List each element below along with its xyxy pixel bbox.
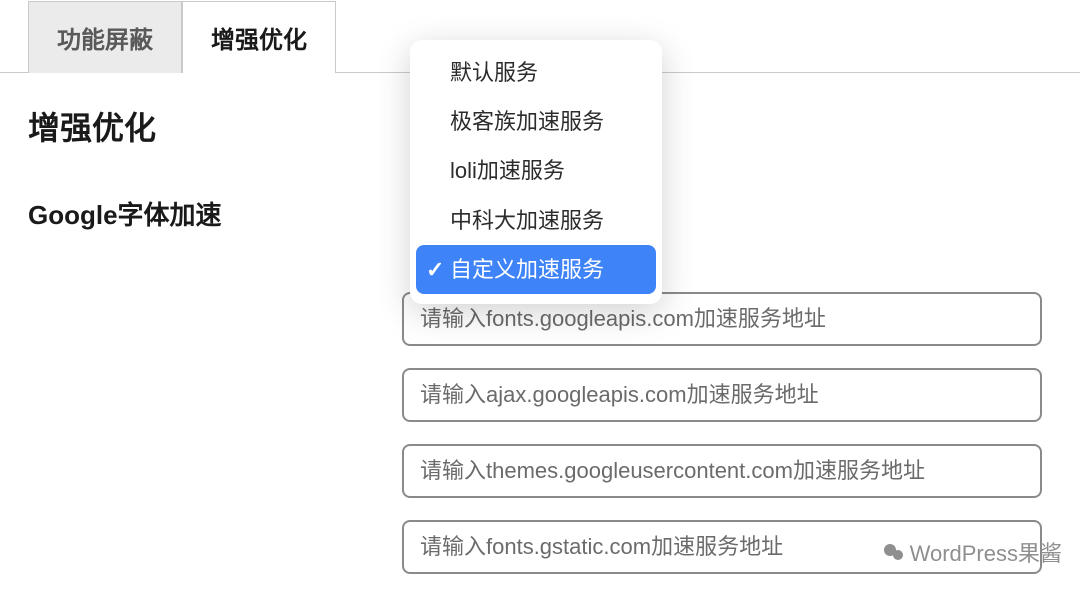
custom-service-fields bbox=[0, 292, 1080, 596]
themes-googleusercontent-input[interactable] bbox=[402, 444, 1042, 498]
dropdown-item-label: loli加速服务 bbox=[450, 153, 565, 188]
dropdown-item-geekzu[interactable]: ✓ 极客族加速服务 bbox=[416, 97, 656, 146]
dropdown-item-default[interactable]: ✓ 默认服务 bbox=[416, 48, 656, 97]
dropdown-item-label: 极客族加速服务 bbox=[450, 104, 604, 139]
check-icon: ✓ bbox=[426, 252, 450, 287]
dropdown-item-ustc[interactable]: ✓ 中科大加速服务 bbox=[416, 196, 656, 245]
dropdown-item-label: 自定义加速服务 bbox=[450, 252, 604, 287]
ajax-googleapis-input[interactable] bbox=[402, 368, 1042, 422]
setting-label: Google字体加速 bbox=[28, 189, 398, 232]
dropdown-item-custom[interactable]: ✓ 自定义加速服务 bbox=[416, 245, 656, 294]
dropdown-item-label: 默认服务 bbox=[450, 55, 538, 90]
tab-enhance-optimize[interactable]: 增强优化 bbox=[182, 1, 336, 73]
dropdown-item-loli[interactable]: ✓ loli加速服务 bbox=[416, 146, 656, 195]
dropdown-item-label: 中科大加速服务 bbox=[450, 203, 604, 238]
service-dropdown[interactable]: ✓ 默认服务 ✓ 极客族加速服务 ✓ loli加速服务 ✓ 中科大加速服务 ✓ … bbox=[410, 40, 662, 304]
fonts-gstatic-input[interactable] bbox=[402, 520, 1042, 574]
tab-feature-block[interactable]: 功能屏蔽 bbox=[28, 1, 182, 73]
